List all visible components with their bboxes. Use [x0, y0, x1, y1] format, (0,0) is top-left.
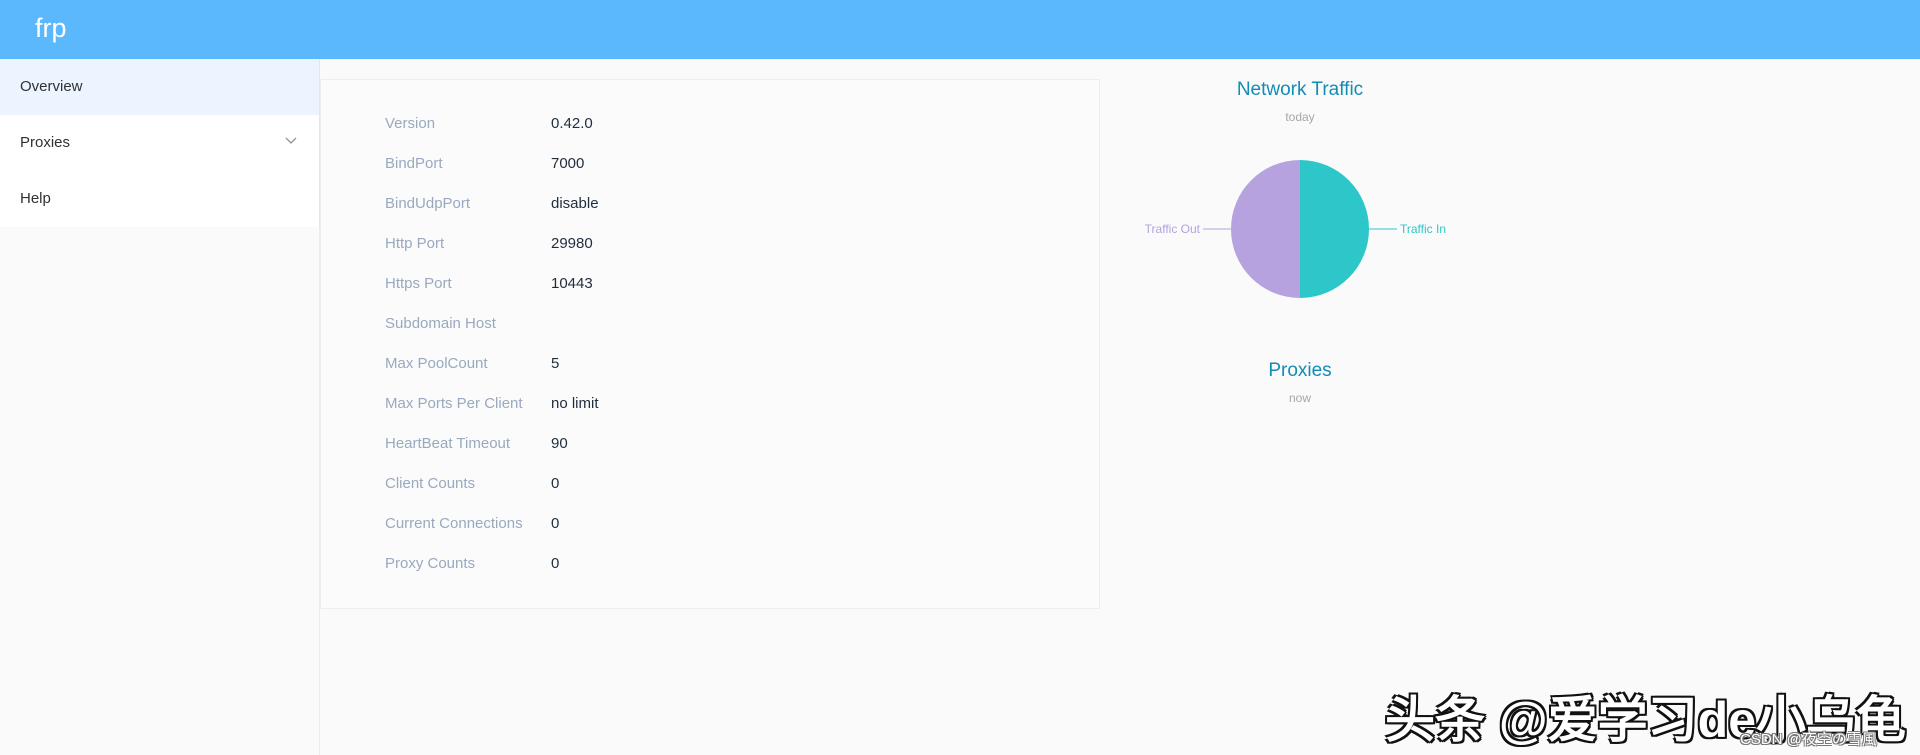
traffic-chart-title: Network Traffic [1236, 79, 1364, 100]
info-value: 5 [551, 355, 560, 372]
traffic-chart-subtitle: today [1285, 110, 1315, 124]
info-label: BindUdpPort [385, 195, 471, 212]
info-value: 7000 [551, 155, 585, 172]
watermark-sub: CSDN @夜空の雪風 [1740, 731, 1877, 748]
info-value: 0 [551, 475, 560, 492]
info-label: HeartBeat Timeout [385, 435, 511, 452]
info-label: Current Connections [385, 515, 523, 532]
info-value: 0 [551, 515, 560, 532]
info-value: 0 [551, 555, 560, 572]
pie-label-traffic-in: Traffic In [1400, 222, 1446, 236]
info-label: Https Port [385, 275, 452, 292]
info-value: 0.42.0 [551, 115, 593, 132]
info-value: disable [551, 195, 599, 212]
info-label: BindPort [385, 155, 443, 172]
info-label: Proxy Counts [385, 555, 476, 572]
sidebar-item-proxies[interactable]: Proxies [0, 115, 319, 171]
info-label: Client Counts [385, 475, 476, 492]
pie-label-traffic-out: Traffic Out [1145, 222, 1201, 236]
traffic-pie-chart: Traffic In Traffic Out [1145, 160, 1446, 298]
info-label: Http Port [385, 235, 445, 252]
sidebar-item-label: Help [20, 190, 51, 207]
sidebar-menu: Overview Proxies Help [0, 59, 320, 227]
sidebar-item-label: Proxies [20, 134, 71, 151]
sidebar-item-label: Overview [20, 78, 83, 95]
proxies-chart-title: Proxies [1268, 360, 1332, 381]
info-label: Max PoolCount [385, 355, 488, 372]
sidebar-item-overview[interactable]: Overview [0, 59, 319, 115]
sidebar-background [0, 227, 320, 755]
chevron-down-icon [285, 137, 297, 144]
info-value: 90 [551, 435, 568, 452]
info-label: Version [385, 115, 436, 132]
info-label: Max Ports Per Client [385, 395, 523, 412]
pie-slice-traffic-out[interactable] [1231, 160, 1300, 298]
proxies-chart-subtitle: now [1288, 391, 1311, 405]
info-label: Subdomain Host [385, 315, 496, 332]
info-value: 10443 [551, 275, 593, 292]
pie-slice-traffic-in[interactable] [1300, 160, 1369, 298]
server-info-card: Version 0.42.0 BindPort 7000 BindUdpPort… [320, 79, 1100, 609]
info-value: no limit [551, 395, 599, 412]
top-header: frp [0, 0, 1920, 59]
info-value: 29980 [551, 235, 593, 252]
sidebar-item-help[interactable]: Help [0, 171, 319, 227]
brand-logo[interactable]: frp [35, 10, 67, 46]
